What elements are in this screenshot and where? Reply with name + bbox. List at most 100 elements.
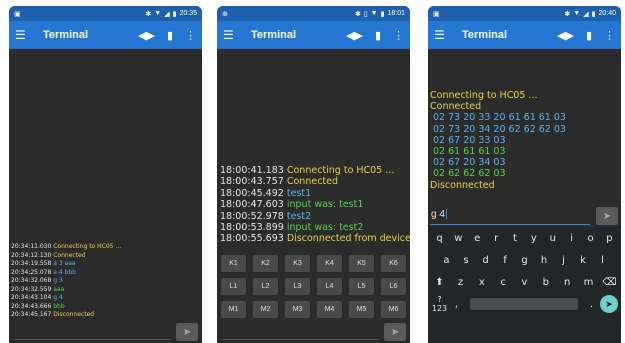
line-timestamp: 20:34:43.104: [11, 294, 52, 301]
key-g[interactable]: g: [516, 255, 533, 266]
macro-key-k4[interactable]: K4: [317, 255, 342, 272]
macro-key-k6[interactable]: K6: [381, 255, 406, 272]
terminal-line: Connecting to HC05 ...: [430, 90, 621, 101]
trash-icon[interactable]: ▮: [586, 29, 592, 42]
macro-key-k3[interactable]: K3: [285, 255, 310, 272]
key-d[interactable]: d: [477, 255, 494, 266]
comma-key[interactable]: ,: [448, 299, 465, 310]
line-text: Connected: [430, 101, 482, 113]
notification-icon: ▣: [433, 10, 440, 18]
menu-icon[interactable]: ☰: [15, 28, 29, 42]
key-w[interactable]: w: [450, 233, 467, 244]
macro-key-l3[interactable]: L3: [285, 278, 310, 295]
key-y[interactable]: y: [525, 233, 542, 244]
macro-key-m5[interactable]: M5: [349, 301, 374, 318]
macro-key-m6[interactable]: M6: [381, 301, 406, 318]
terminal-line: 02 67 20 34 03: [430, 157, 621, 168]
key-o[interactable]: o: [582, 233, 599, 244]
macro-key-m2[interactable]: M2: [253, 301, 278, 318]
key-a[interactable]: a: [438, 255, 455, 266]
connect-icon[interactable]: ◀▶: [346, 29, 363, 42]
send-button[interactable]: ➤: [176, 323, 198, 341]
key-h[interactable]: h: [536, 255, 553, 266]
menu-icon[interactable]: ☰: [223, 28, 237, 42]
space-key[interactable]: [470, 298, 578, 310]
bluetooth-icon: ✱: [145, 10, 152, 18]
menu-icon[interactable]: ☰: [434, 28, 448, 42]
key-x[interactable]: x: [473, 277, 490, 288]
key-z[interactable]: z: [452, 277, 469, 288]
send-input[interactable]: g 4: [430, 207, 590, 225]
send-button[interactable]: ➤: [596, 207, 618, 225]
terminal-line: 20:34:11.030 Connecting to HC05 ...: [11, 243, 202, 252]
macro-key-l2[interactable]: L2: [253, 278, 278, 295]
send-input[interactable]: [221, 324, 378, 340]
terminal-line: 20:34:32.559 aaa: [11, 286, 202, 295]
key-q[interactable]: q: [431, 233, 448, 244]
connect-icon[interactable]: ◀▶: [557, 29, 574, 42]
send-bar: ➤: [9, 321, 202, 343]
terminal-line: 18:00:53.899 input was: test2: [220, 222, 410, 233]
app-title: Terminal: [462, 29, 508, 41]
keyboard-row-2: asdfghjkl: [428, 249, 621, 271]
trash-icon[interactable]: ▮: [167, 29, 173, 42]
battery-icon: ▮: [380, 10, 385, 18]
macro-key-k5[interactable]: K5: [349, 255, 374, 272]
terminal-line: 18:00:43.757 Connected: [220, 176, 410, 187]
key-v[interactable]: v: [516, 277, 533, 288]
key-s[interactable]: s: [458, 255, 475, 266]
key-p[interactable]: p: [601, 233, 618, 244]
signal-icon: ◢: [164, 10, 170, 18]
macro-key-l5[interactable]: L5: [349, 278, 374, 295]
text-cursor: [445, 209, 447, 220]
terminal-line: 20:34:19.558 a 3 aaa: [11, 260, 202, 269]
line-timestamp: 18:00:45.492: [220, 187, 284, 199]
macro-key-m3[interactable]: M3: [285, 301, 310, 318]
send-button[interactable]: ➤: [384, 323, 406, 341]
line-text: aaa: [53, 285, 65, 293]
line-timestamp: 18:00:43.757: [220, 176, 284, 188]
macro-key-k1[interactable]: K1: [221, 255, 246, 272]
send-input[interactable]: [13, 324, 170, 340]
key-j[interactable]: j: [555, 255, 572, 266]
terminal-line: 20:34:45.167 Disconnected: [11, 311, 202, 320]
soft-keyboard: qwertyuiop asdfghjkl ⬆ zxcvbnm ⌫ ?123 , …: [428, 227, 621, 343]
enter-key[interactable]: ➤: [600, 295, 618, 313]
key-t[interactable]: t: [507, 233, 524, 244]
terminal-line: Disconnected: [430, 180, 621, 191]
key-l[interactable]: l: [594, 255, 611, 266]
key-f[interactable]: f: [497, 255, 514, 266]
trash-icon[interactable]: ▮: [375, 29, 381, 42]
key-u[interactable]: u: [544, 233, 561, 244]
key-r[interactable]: r: [488, 233, 505, 244]
macro-key-l1[interactable]: L1: [221, 278, 246, 295]
connect-icon[interactable]: ◀▶: [138, 29, 155, 42]
macro-key-m1[interactable]: M1: [221, 301, 246, 318]
key-k[interactable]: k: [575, 255, 592, 266]
symbols-key[interactable]: ?123: [431, 295, 448, 313]
macro-key-k2[interactable]: K2: [253, 255, 278, 272]
key-m[interactable]: m: [580, 277, 597, 288]
line-text: Disconnected: [53, 311, 95, 318]
macro-key-l6[interactable]: L6: [381, 278, 406, 295]
status-time: 20:40: [598, 10, 616, 17]
macro-key-l4[interactable]: L4: [317, 278, 342, 295]
status-bar: ▣ ✱ ▼ ◢ ▮ 20:40: [428, 6, 621, 21]
more-vert-icon[interactable]: ⋮: [604, 29, 615, 42]
terminal-line: 18:00:45.492 test1: [220, 188, 410, 199]
key-i[interactable]: i: [563, 233, 580, 244]
terminal-line: 18:00:55.693 Disconnected from device: [220, 233, 410, 244]
key-e[interactable]: e: [469, 233, 486, 244]
line-timestamp: 20:34:32.068: [11, 277, 52, 284]
more-vert-icon[interactable]: ⋮: [393, 29, 404, 42]
shift-key[interactable]: ⬆: [431, 277, 448, 288]
key-b[interactable]: b: [537, 277, 554, 288]
terminal-output: Connecting to HC05 ... Connected 02 73 20 …: [428, 90, 621, 191]
backspace-key[interactable]: ⌫: [601, 277, 618, 288]
more-vert-icon[interactable]: ⋮: [185, 29, 196, 42]
bluetooth-icon: ✱: [354, 10, 361, 18]
period-key[interactable]: .: [583, 299, 600, 310]
key-c[interactable]: c: [495, 277, 512, 288]
key-n[interactable]: n: [559, 277, 576, 288]
macro-key-m4[interactable]: M4: [317, 301, 342, 318]
